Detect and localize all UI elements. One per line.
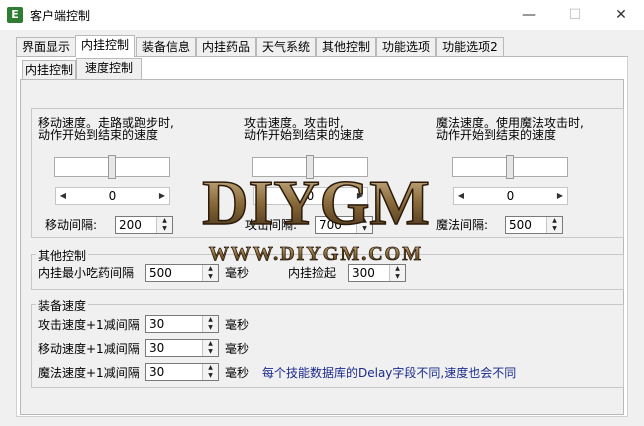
maximize-button[interactable]: ☐ (552, 0, 598, 30)
magic-speed-thumb[interactable] (506, 155, 514, 179)
move-speed-desc-2: 动作开始到结束的速度 (38, 128, 159, 142)
attack-speed-desc-2: 动作开始到结束的速度 (244, 128, 365, 142)
spin-down-icon[interactable]: ▼ (203, 324, 218, 332)
equip-magic-unit: 毫秒 (225, 366, 250, 380)
spin-down-icon[interactable]: ▼ (547, 225, 562, 233)
spin-up-icon[interactable]: ▲ (203, 316, 218, 324)
other-control-title: 其他控制 (36, 247, 89, 264)
magic-speed-value: 0 (506, 189, 515, 203)
equip-magic-label: 魔法速度+1减间隔 (38, 366, 140, 380)
window-title: 客户端控制 (30, 9, 91, 23)
spin-up-icon[interactable]: ▲ (203, 364, 218, 372)
subtab-plugin-control[interactable]: 内挂控制 (22, 60, 76, 79)
spin-down-icon[interactable]: ▼ (390, 273, 405, 281)
equip-attack-value: 30 (149, 317, 165, 331)
equip-attack-spinner[interactable]: 30 ▲ ▼ (145, 315, 219, 333)
move-speed-scroll[interactable]: ◀ 0 ▶ (55, 187, 170, 205)
equip-move-unit: 毫秒 (225, 342, 250, 356)
watermark-url: WWW.DIYGM.COM (209, 243, 423, 265)
move-speed-thumb[interactable] (108, 155, 116, 179)
diygm-watermark: DIYGM WWW.DIYGM.COM (201, 166, 430, 265)
minimize-button[interactable]: — (506, 0, 552, 30)
eat-interval-label: 内挂最小吃药间隔 (38, 266, 135, 280)
close-button[interactable]: ✕ (598, 0, 644, 30)
tab-other-control[interactable]: 其他控制 (316, 37, 376, 56)
equip-attack-label: 攻击速度+1减间隔 (38, 318, 140, 332)
tab-equipment-info[interactable]: 装备信息 (136, 37, 196, 56)
pickup-label: 内挂捡起 (288, 266, 337, 280)
magic-interval-value: 500 (509, 218, 532, 232)
tab-interface-display[interactable]: 界面显示 (16, 37, 76, 56)
spin-up-icon[interactable]: ▲ (547, 217, 562, 225)
pickup-value: 300 (352, 266, 375, 280)
app-icon: E (7, 7, 23, 23)
equip-speed-title: 装备速度 (36, 297, 89, 314)
spin-down-icon[interactable]: ▼ (203, 372, 218, 380)
tab-plugin-potions[interactable]: 内挂药品 (196, 37, 256, 56)
eat-interval-unit: 毫秒 (225, 266, 250, 280)
move-speed-value: 0 (108, 189, 117, 203)
equip-move-label: 移动速度+1减间隔 (38, 342, 140, 356)
equip-magic-value: 30 (149, 365, 165, 379)
spin-down-icon[interactable]: ▼ (203, 273, 218, 281)
delay-note: 每个技能数据库的Delay字段不同,速度也会不同 (262, 366, 517, 380)
magic-speed-scroll[interactable]: ◀ 0 ▶ (453, 187, 568, 205)
magic-speed-desc-2: 动作开始到结束的速度 (436, 128, 557, 142)
right-arrow-icon[interactable]: ▶ (553, 188, 567, 204)
left-arrow-icon[interactable]: ◀ (56, 188, 70, 204)
eat-interval-value: 500 (149, 266, 172, 280)
move-interval-spinner[interactable]: 200 ▲ ▼ (115, 216, 173, 234)
equip-attack-unit: 毫秒 (225, 318, 250, 332)
tab-plugin-control[interactable]: 内挂控制 (75, 35, 135, 58)
spin-up-icon[interactable]: ▲ (203, 340, 218, 348)
tab-function-options-2[interactable]: 功能选项2 (436, 37, 504, 56)
equip-magic-spinner[interactable]: 30 ▲ ▼ (145, 363, 219, 381)
spin-down-icon[interactable]: ▼ (203, 348, 218, 356)
magic-interval-spinner[interactable]: 500 ▲ ▼ (505, 216, 563, 234)
tab-function-options[interactable]: 功能选项 (376, 37, 436, 56)
subtab-speed-control[interactable]: 速度控制 (76, 58, 142, 80)
tab-weather-system[interactable]: 天气系统 (256, 37, 316, 56)
equip-move-spinner[interactable]: 30 ▲ ▼ (145, 339, 219, 357)
title-bar: E 客户端控制 — ☐ ✕ (0, 0, 644, 30)
move-interval-value: 200 (119, 218, 142, 232)
watermark-brand: DIYGM (202, 167, 430, 238)
move-interval-label: 移动间隔: (45, 218, 98, 232)
equip-move-value: 30 (149, 341, 165, 355)
